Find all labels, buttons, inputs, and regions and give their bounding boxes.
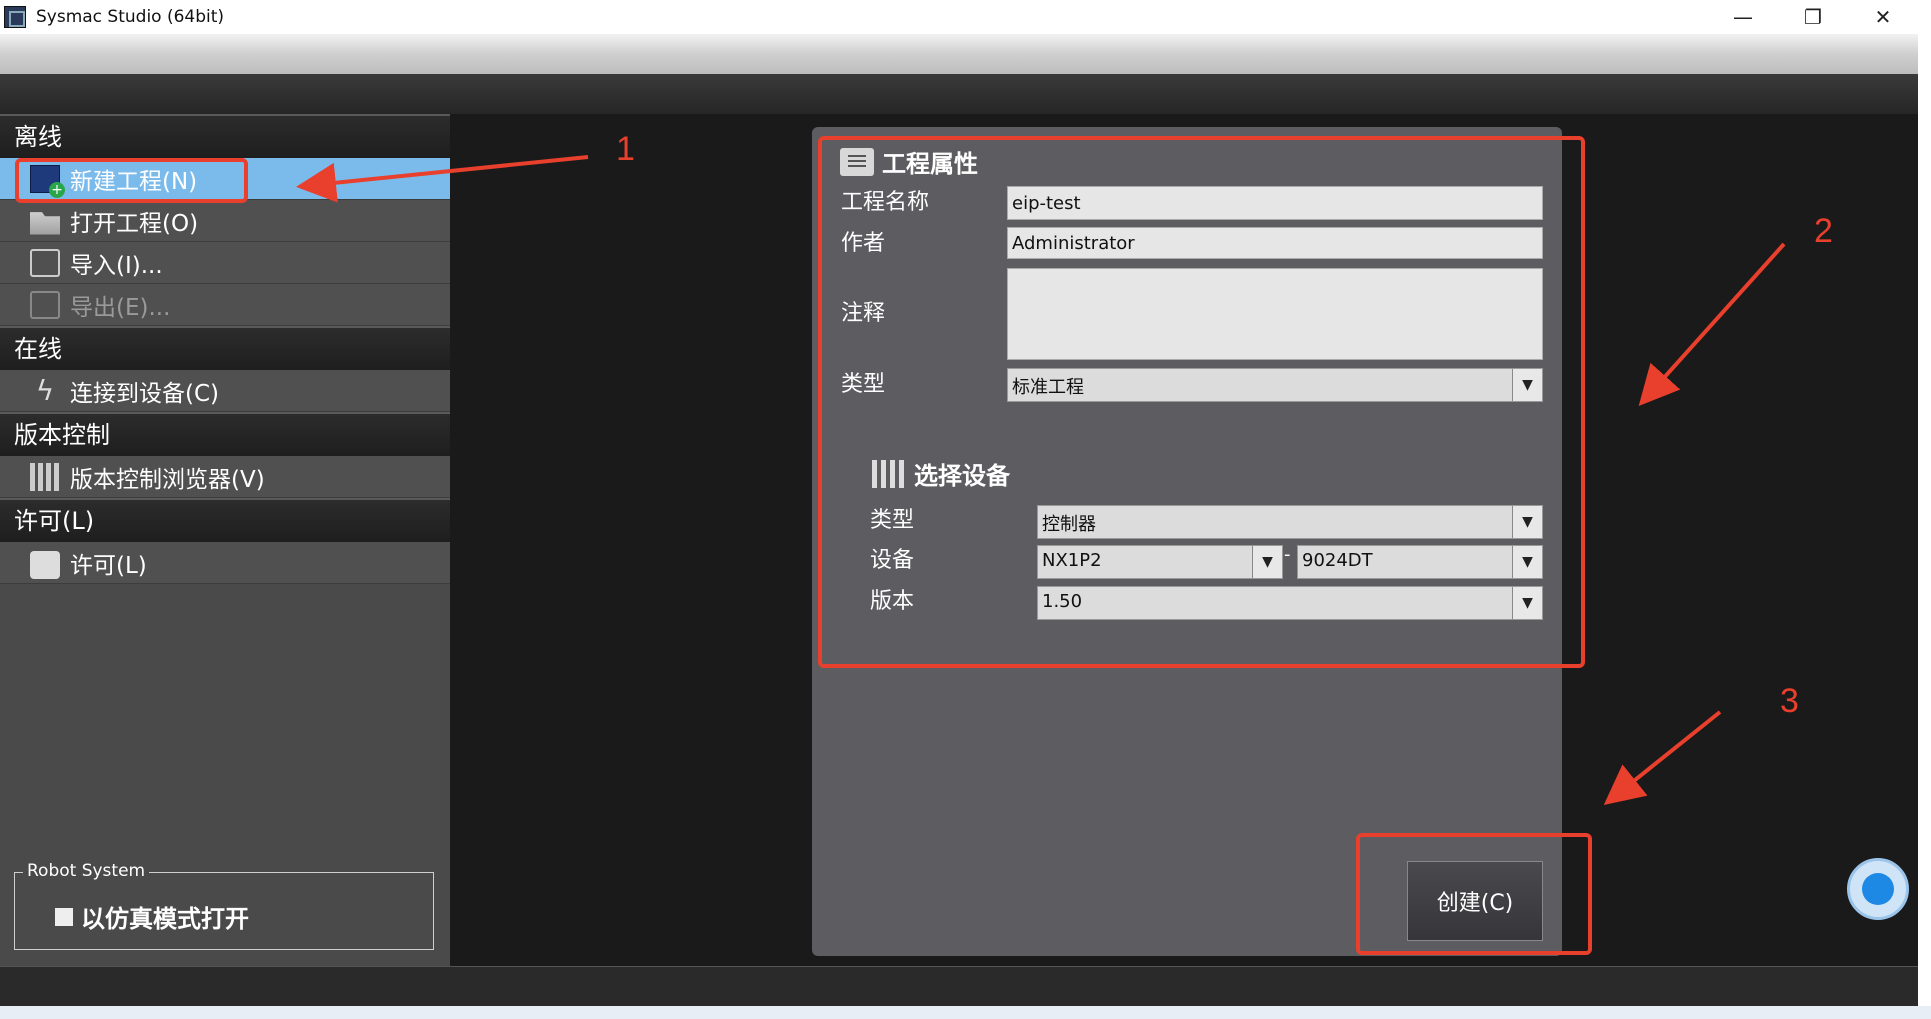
annotation-box-2 bbox=[818, 136, 1585, 668]
connect-device-label: 连接到设备(C) bbox=[70, 380, 220, 407]
lightning-icon: ϟ bbox=[35, 373, 55, 407]
section-version-control: 版本控制 bbox=[0, 412, 450, 456]
version-browser-item[interactable]: 版本控制浏览器(V) bbox=[0, 456, 450, 498]
section-offline: 离线 bbox=[0, 114, 450, 158]
maximize-button[interactable]: ❐ bbox=[1778, 0, 1848, 34]
robot-system-group: Robot System 以仿真模式打开 bbox=[14, 861, 434, 950]
annotation-number-1: 1 bbox=[616, 130, 635, 168]
toolbar bbox=[0, 34, 1918, 74]
annotation-number-3: 3 bbox=[1780, 682, 1799, 720]
checkbox-square[interactable] bbox=[55, 907, 73, 926]
title-bar: Sysmac Studio (64bit) — ❐ ✕ bbox=[0, 0, 1931, 34]
simulation-mode-label: 以仿真模式打开 bbox=[81, 905, 249, 933]
annotation-box-1 bbox=[15, 158, 248, 203]
export-icon bbox=[30, 290, 60, 319]
app-icon bbox=[4, 6, 26, 28]
folder-icon bbox=[30, 212, 60, 235]
arrow-2 bbox=[1638, 242, 1786, 406]
arrow-3 bbox=[1603, 710, 1722, 805]
import-item[interactable]: 导入(I)... bbox=[0, 242, 450, 284]
start-sidebar: 离线 新建工程(N) 打开工程(O) 导入(I)... 导出(E)... 在线 … bbox=[0, 114, 450, 966]
annotation-number-2: 2 bbox=[1814, 212, 1833, 250]
simulation-mode-checkbox[interactable]: 以仿真模式打开 bbox=[55, 899, 249, 934]
assistant-bot-icon[interactable] bbox=[1847, 858, 1909, 920]
taskbar-strip bbox=[0, 1006, 1931, 1019]
annotation-box-3 bbox=[1356, 833, 1592, 955]
toolbar-dark-strip bbox=[0, 74, 1918, 114]
status-bar bbox=[0, 966, 1918, 1006]
section-license: 许可(L) bbox=[0, 498, 450, 542]
key-icon bbox=[30, 550, 60, 579]
import-label: 导入(I)... bbox=[70, 252, 163, 279]
section-online: 在线 bbox=[0, 326, 450, 370]
version-browser-label: 版本控制浏览器(V) bbox=[70, 466, 265, 493]
open-project-label: 打开工程(O) bbox=[70, 210, 199, 237]
connect-device-item[interactable]: ϟ 连接到设备(C) bbox=[0, 370, 450, 412]
export-item: 导出(E)... bbox=[0, 284, 450, 326]
robot-system-legend: Robot System bbox=[23, 861, 150, 881]
license-label: 许可(L) bbox=[70, 552, 147, 579]
license-item[interactable]: 许可(L) bbox=[0, 542, 450, 584]
import-icon bbox=[30, 248, 60, 277]
version-control-icon bbox=[30, 462, 60, 491]
window-title: Sysmac Studio (64bit) bbox=[36, 7, 225, 27]
export-label: 导出(E)... bbox=[70, 294, 171, 321]
minimize-button[interactable]: — bbox=[1708, 0, 1778, 34]
open-project-item[interactable]: 打开工程(O) bbox=[0, 200, 450, 242]
close-button[interactable]: ✕ bbox=[1848, 0, 1918, 34]
window-right-edge bbox=[1918, 34, 1931, 1019]
